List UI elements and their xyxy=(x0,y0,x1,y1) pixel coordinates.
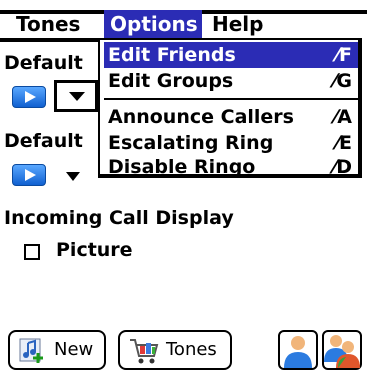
shopping-cart-icon xyxy=(130,339,159,364)
menu-item-shortcut: ⁄D xyxy=(333,156,352,178)
group-icon xyxy=(324,335,360,368)
menu-item-shortcut: ⁄A xyxy=(334,106,352,128)
menu-tones[interactable]: Tones xyxy=(16,10,104,38)
menu-item-shortcut: ⁄F xyxy=(335,44,352,66)
menu-item-announce-callers[interactable]: Announce Callers ⁄A xyxy=(104,104,358,130)
picture-checkbox[interactable] xyxy=(24,244,40,260)
menu-item-shortcut: ⁄E xyxy=(335,132,352,154)
picture-label: Picture xyxy=(56,239,133,261)
new-button[interactable]: New xyxy=(8,330,106,370)
default-label-2: Default xyxy=(4,130,83,152)
tones-button[interactable]: Tones xyxy=(118,330,232,370)
options-dropdown-menu: Edit Friends ⁄F Edit Groups ⁄G Announce … xyxy=(98,38,362,178)
person-icon xyxy=(284,336,312,368)
play-icon[interactable] xyxy=(12,86,46,108)
new-button-label: New xyxy=(54,339,94,360)
menu-item-escalating-ring[interactable]: Escalating Ring ⁄E xyxy=(104,130,358,156)
default-label-1: Default xyxy=(4,52,83,74)
play-icon[interactable] xyxy=(12,164,46,186)
menu-item-label: Disable Ringo xyxy=(108,156,256,178)
incoming-call-display-label: Incoming Call Display xyxy=(4,207,234,229)
default-dropdown-1[interactable] xyxy=(54,80,98,112)
menu-item-disable-ringo[interactable]: Disable Ringo ⁄D xyxy=(104,154,358,180)
menubar-bottom-border xyxy=(0,38,100,42)
menu-item-shortcut: ⁄G xyxy=(333,70,352,92)
music-note-add-icon xyxy=(19,338,43,363)
person-button[interactable] xyxy=(278,330,318,370)
menu-separator xyxy=(104,98,358,100)
chevron-down-icon[interactable] xyxy=(66,172,80,181)
menu-item-edit-friends[interactable]: Edit Friends ⁄F xyxy=(104,42,358,68)
menu-item-edit-groups[interactable]: Edit Groups ⁄G xyxy=(104,68,358,94)
menu-options[interactable]: Options xyxy=(104,10,202,38)
menu-item-label: Edit Groups xyxy=(108,70,234,92)
group-button[interactable] xyxy=(322,330,362,370)
menu-item-label: Announce Callers xyxy=(108,106,294,128)
menu-item-label: Escalating Ring xyxy=(108,132,274,154)
tones-button-label: Tones xyxy=(166,339,217,360)
menu-item-label: Edit Friends xyxy=(108,44,236,66)
menu-help[interactable]: Help xyxy=(212,10,282,38)
